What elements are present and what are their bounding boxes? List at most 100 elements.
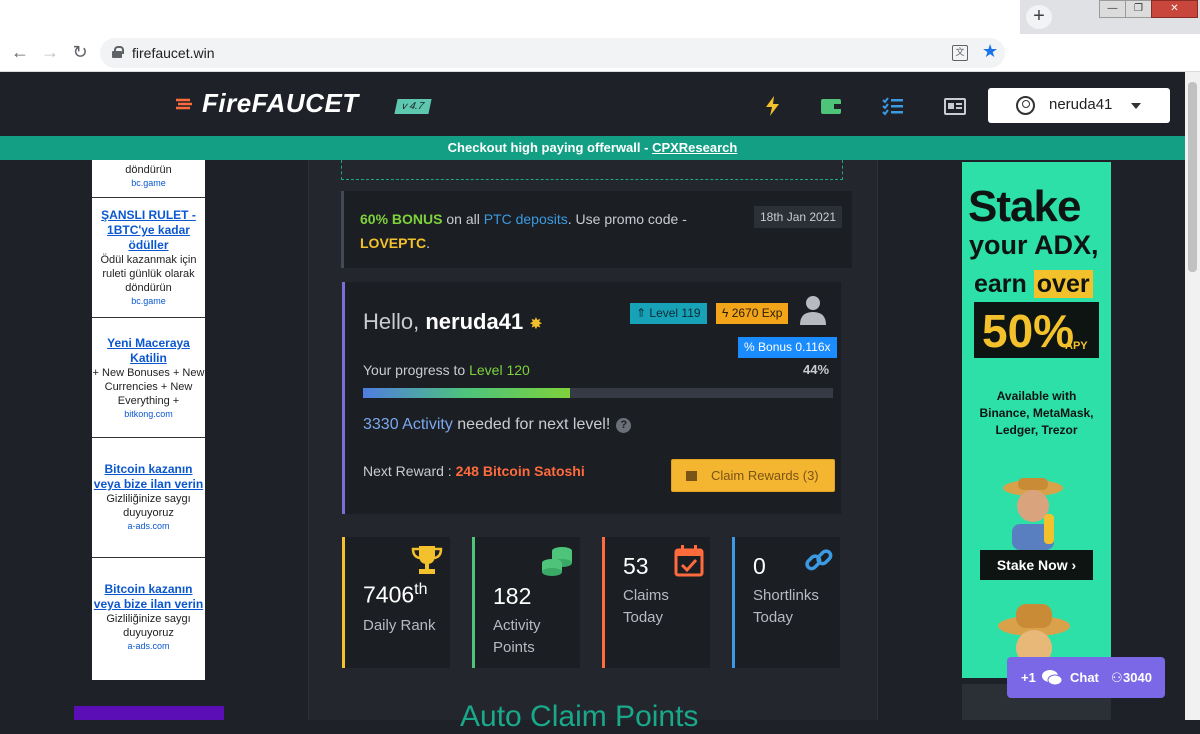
promo-text-part: on all xyxy=(442,211,484,227)
chat-unread-count: +1 xyxy=(1021,670,1036,685)
new-tab-button[interactable]: + xyxy=(1026,5,1052,29)
stat-label: Daily Rank xyxy=(363,617,436,634)
progress-bar xyxy=(363,388,833,398)
user-menu-button[interactable]: neruda41 xyxy=(988,88,1170,123)
newspaper-icon[interactable] xyxy=(944,96,966,116)
level-badge-text: Level 119 xyxy=(649,306,701,320)
activity-needed: 3330 Activity needed for next level!? xyxy=(363,416,632,434)
ad-title[interactable]: Bitcoin kazanın veya bize ilan verin xyxy=(92,582,205,612)
url-text[interactable]: firefaucet.win xyxy=(132,45,214,61)
promo-code: LOVEPTC xyxy=(360,235,427,251)
ad-body: Ödül kazanmak için ruleti günlük olarak … xyxy=(100,254,197,294)
ad-domain[interactable]: bc.game xyxy=(92,177,205,189)
gear-icon[interactable]: ✸ xyxy=(529,314,542,334)
ad-domain[interactable]: a-ads.com xyxy=(92,640,205,652)
next-reward: Next Reward : 248 Bitcoin Satoshi xyxy=(363,463,585,479)
lightning-icon[interactable] xyxy=(762,96,784,116)
claim-rewards-button[interactable]: Claim Rewards (3) xyxy=(671,459,835,492)
activity-needed-value: 3330 Activity xyxy=(363,416,453,433)
profile-card: Hello, neruda41 ✸ ⇑ Level 119 ϟ 2670 Exp … xyxy=(342,282,841,514)
ad-block[interactable]: Yeni Maceraya Katilin + New Bonuses + Ne… xyxy=(92,318,205,438)
progress-bar-fill xyxy=(363,388,570,398)
offerwall-banner: Checkout high paying offerwall - CPXRese… xyxy=(0,136,1185,160)
banner-link[interactable]: CPXResearch xyxy=(652,140,737,155)
stat-card-claims-today: 53 Claims Today xyxy=(602,537,710,668)
calendar-check-icon xyxy=(674,545,704,577)
window-controls: — ❐ ✕ xyxy=(1099,0,1200,18)
promo-text-part: . xyxy=(426,235,431,251)
promo-notice: 60% BONUS on all PTC deposits. Use promo… xyxy=(341,191,852,268)
lock-icon xyxy=(112,46,124,58)
bookmark-star-icon[interactable]: ★ xyxy=(982,41,998,62)
chat-online-count: 3040 xyxy=(1123,670,1152,685)
reload-icon[interactable]: ↻ xyxy=(68,42,92,64)
ad-block[interactable]: Bitcoin kazanın veya bize ilan verin Giz… xyxy=(92,558,205,680)
next-level: Level 120 xyxy=(469,362,530,378)
stat-label: Shortlinks xyxy=(753,587,819,604)
ad-body: döndürün xyxy=(125,164,172,176)
stake-now-button[interactable]: Stake Now › xyxy=(980,550,1093,580)
task-list-icon[interactable] xyxy=(882,96,904,116)
ad-block[interactable]: Bitcoin kazanın veya bize ilan verin Giz… xyxy=(92,438,205,558)
daily-rank-value: 7406 xyxy=(363,581,415,608)
ad-domain[interactable]: bc.game xyxy=(92,295,205,307)
chat-bubble-icon xyxy=(1042,670,1063,686)
ad-apy-label: APY xyxy=(1065,340,1088,352)
farmer-woman-illustration xyxy=(1003,478,1063,550)
users-icon: ⚇ xyxy=(1111,670,1123,685)
auto-claim-heading: Auto Claim Points xyxy=(460,700,699,733)
bonus-badge-text: Bonus 0.116x xyxy=(758,340,831,354)
page-scrollbar[interactable] xyxy=(1185,72,1200,720)
promo-text-part: . Use promo code - xyxy=(567,211,687,227)
right-ad-banner[interactable]: Stake your ADX, earn over 50% APY Availa… xyxy=(962,162,1111,678)
ad-body: Gizliliğinize saygı duyuyoruz xyxy=(106,493,191,519)
stat-label: Activity xyxy=(493,617,541,634)
ad-domain[interactable]: a-ads.com xyxy=(92,520,205,532)
purple-ad-banner[interactable] xyxy=(74,706,224,720)
promo-ptc-link[interactable]: PTC deposits xyxy=(484,211,568,227)
wallet-icon[interactable] xyxy=(820,96,842,116)
browser-toolbar: ← → ↻ firefaucet.win 文 ★ xyxy=(0,34,1200,72)
greeting: Hello, neruda41 ✸ xyxy=(363,309,543,335)
chat-button[interactable]: +1 Chat ⚇ 3040 xyxy=(1007,657,1165,698)
restore-button[interactable]: ❐ xyxy=(1125,0,1152,18)
address-bar[interactable]: firefaucet.win 文 ★ xyxy=(100,38,1005,68)
greeting-username: neruda41 xyxy=(425,309,524,334)
progress-label: Your progress to Level 120 xyxy=(363,362,530,378)
stat-card-daily-rank: 7406th Daily Rank xyxy=(342,537,450,668)
ad-block[interactable]: ŞANSLI RULET - 1BTC'ye kadar ödüller Ödü… xyxy=(92,198,205,318)
next-reward-label: Next Reward : xyxy=(363,463,456,479)
greeting-prefix: Hello, xyxy=(363,309,426,334)
chat-label: Chat xyxy=(1070,670,1099,685)
back-icon[interactable]: ← xyxy=(8,42,32,64)
stat-card-shortlinks-today: 0 Shortlinks Today xyxy=(732,537,840,668)
exp-badge: ϟ 2670 Exp xyxy=(716,303,789,324)
stat-label: Today xyxy=(753,609,794,626)
promo-text: 60% BONUS on all PTC deposits. Use promo… xyxy=(360,207,720,255)
trophy-icon xyxy=(411,546,443,574)
exp-badge-text: 2670 Exp xyxy=(731,306,783,320)
ad-body: Gizliliğinize saygı duyuyoruz xyxy=(106,613,191,639)
progress-label-prefix: Your progress to xyxy=(363,362,470,378)
coins-icon xyxy=(542,547,572,576)
activity-needed-suffix: needed for next level! xyxy=(452,416,611,433)
ad-title[interactable]: Bitcoin kazanın veya bize ilan verin xyxy=(92,462,205,492)
help-icon[interactable]: ? xyxy=(616,418,632,433)
ad-earn-text: earn xyxy=(974,270,1034,298)
stat-value: 182 xyxy=(493,583,532,609)
ad-title[interactable]: ŞANSLI RULET - 1BTC'ye kadar ödüller xyxy=(92,208,205,253)
browser-tab-strip xyxy=(0,0,1020,34)
ad-block[interactable]: döndürün bc.game xyxy=(92,160,205,198)
header-username: neruda41 xyxy=(1049,96,1113,113)
forward-icon[interactable]: → xyxy=(38,42,62,64)
close-button[interactable]: ✕ xyxy=(1151,0,1198,18)
ad-domain[interactable]: bitkong.com xyxy=(92,408,205,420)
stat-label: Today xyxy=(623,609,664,626)
promo-bonus-pct: 60% BONUS xyxy=(360,211,443,227)
site-logo[interactable]: FireFAUCET xyxy=(202,88,359,119)
ad-over-text: over xyxy=(1033,270,1093,298)
ad-title[interactable]: Yeni Maceraya Katilin xyxy=(92,336,205,366)
minimize-button[interactable]: — xyxy=(1099,0,1126,18)
translate-icon[interactable]: 文 xyxy=(952,45,968,61)
scrollbar-thumb[interactable] xyxy=(1188,82,1197,272)
